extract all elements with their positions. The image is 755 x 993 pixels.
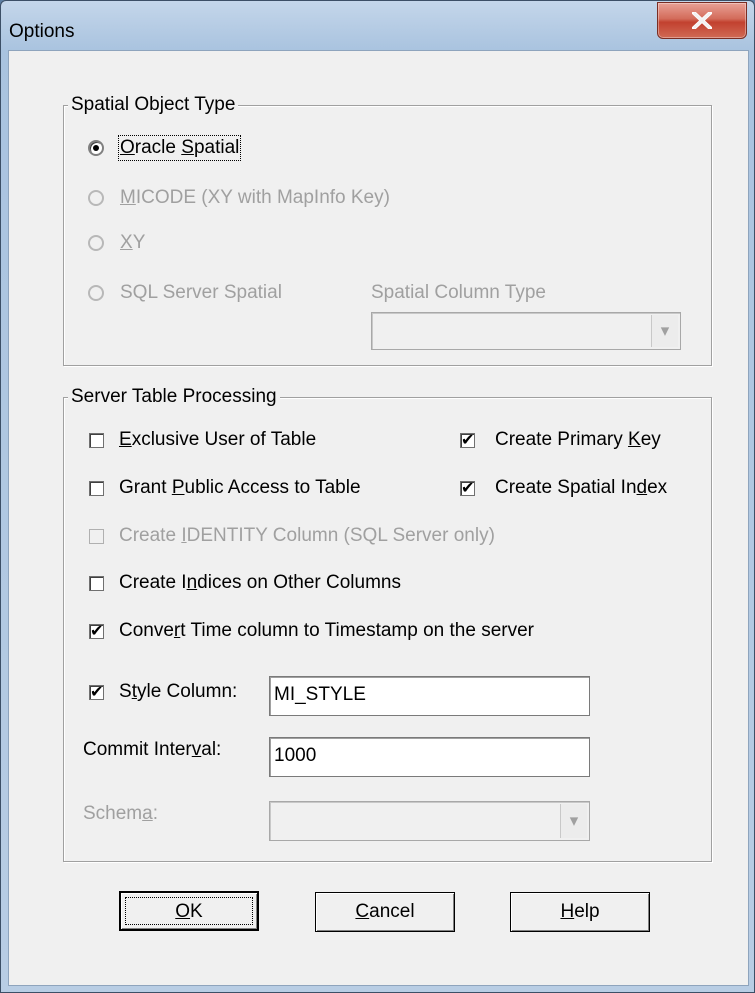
radio-selected-dot xyxy=(93,145,99,151)
commit-text-b: al: xyxy=(201,739,222,760)
help-text: elp xyxy=(574,901,600,922)
create-indices-checkbox[interactable] xyxy=(89,576,104,591)
micode-label: MICODE (XY with MapInfo Key) xyxy=(120,187,390,209)
micode-accesskey: M xyxy=(120,187,136,208)
create-primary-key-label[interactable]: Create Primary Key xyxy=(495,429,661,451)
commit-accesskey: v xyxy=(191,739,202,760)
primary-key-text-a: Create Primary xyxy=(495,429,629,450)
grant-text-a: Grant xyxy=(119,477,172,498)
spatial-object-type-legend: Spatial Object Type xyxy=(68,94,239,116)
create-spatial-index-label[interactable]: Create Spatial Index xyxy=(495,477,667,499)
primary-key-accesskey: K xyxy=(628,429,641,450)
dialog-client-area: Spatial Object Type Oracle Spatial MICOD… xyxy=(8,50,749,986)
style-column-checkbox[interactable]: ✔ xyxy=(89,682,104,701)
radio-sql-server-spatial[interactable] xyxy=(88,285,104,301)
schema-select[interactable]: ▼ xyxy=(269,801,590,841)
help-button[interactable]: Help xyxy=(510,892,650,932)
indices-text-b: dices on Other Columns xyxy=(197,572,401,593)
commit-text-a: Commit Inter xyxy=(83,739,192,760)
oracle-spatial-label[interactable]: Oracle Spatial xyxy=(117,135,242,161)
spatial-index-text-a: Create Spatial In xyxy=(495,477,637,498)
window-title: Options xyxy=(9,21,75,42)
check-mark-icon: ✔ xyxy=(90,621,104,640)
grant-public-access-checkbox[interactable] xyxy=(89,481,104,496)
cancel-button[interactable]: Cancel xyxy=(315,892,455,932)
spatial-index-accesskey: d xyxy=(636,477,648,498)
identity-text-a: Create xyxy=(119,525,182,546)
xy-text: Y xyxy=(132,232,146,253)
convert-text-a: Conve xyxy=(119,620,174,641)
exclusive-accesskey: E xyxy=(119,429,132,450)
style-column-label[interactable]: Style Column: xyxy=(119,681,237,703)
micode-text: ICODE (XY with MapInfo Key) xyxy=(135,187,390,208)
help-accesskey: H xyxy=(560,901,575,922)
check-mark-icon: ✔ xyxy=(90,682,104,701)
options-dialog: Options Spatial Object Type Oracle Spati… xyxy=(0,0,755,993)
style-column-text-b: yle Column: xyxy=(136,681,238,702)
focus-rectangle xyxy=(125,897,253,925)
radio-micode[interactable] xyxy=(88,190,104,206)
schema-text-a: Schem xyxy=(83,803,143,824)
create-identity-column-label: Create IDENTITY Column (SQL Server only) xyxy=(119,525,495,547)
exclusive-user-label[interactable]: Exclusive User of Table xyxy=(119,429,316,451)
oracle-spatial-accesskey: O xyxy=(120,137,135,158)
check-mark-icon: ✔ xyxy=(461,430,475,449)
spatial-index-text-b: ex xyxy=(647,477,668,498)
identity-text-b: DENTITY Column (SQL Server only) xyxy=(186,525,495,546)
convert-time-checkbox[interactable]: ✔ xyxy=(89,621,104,640)
cancel-accesskey: C xyxy=(355,901,370,922)
create-identity-column-checkbox[interactable] xyxy=(89,529,104,544)
primary-key-text-b: ey xyxy=(640,429,661,450)
commit-interval-label: Commit Interval: xyxy=(83,739,221,761)
grant-text-b: ublic Access to Table xyxy=(184,477,361,498)
spatial-column-type-label: Spatial Column Type xyxy=(371,282,546,303)
create-indices-label[interactable]: Create Indices on Other Columns xyxy=(119,572,401,594)
schema-text-b: : xyxy=(152,803,158,824)
schema-label: Schema: xyxy=(83,803,158,825)
xy-label: XY xyxy=(120,232,145,254)
chevron-down-icon: ▼ xyxy=(560,804,587,838)
style-column-text-a: S xyxy=(119,681,132,702)
create-spatial-index-checkbox[interactable]: ✔ xyxy=(460,478,475,497)
radio-xy[interactable] xyxy=(88,235,104,251)
exclusive-text: xclusive User of Table xyxy=(131,429,317,450)
convert-time-label[interactable]: Convert Time column to Timestamp on the … xyxy=(119,620,534,642)
convert-text-b: t Time column to Timestamp on the server xyxy=(180,620,534,641)
commit-interval-input[interactable]: 1000 xyxy=(269,737,590,777)
grant-public-access-label[interactable]: Grant Public Access to Table xyxy=(119,477,361,499)
indices-text-a: Create I xyxy=(119,572,187,593)
indices-accesskey: n xyxy=(186,572,198,593)
chevron-down-icon: ▼ xyxy=(651,315,678,347)
oracle-spatial-text-a: racle xyxy=(134,137,182,158)
radio-oracle-spatial[interactable] xyxy=(88,140,104,156)
create-primary-key-checkbox[interactable]: ✔ xyxy=(460,430,475,449)
close-button[interactable] xyxy=(657,2,747,39)
exclusive-user-checkbox[interactable] xyxy=(89,433,104,448)
oracle-spatial-text-b: patial xyxy=(193,137,240,158)
cancel-text: ancel xyxy=(369,901,415,922)
xy-accesskey: X xyxy=(120,232,133,253)
grant-accesskey: P xyxy=(171,477,185,498)
spatial-column-type-select[interactable]: ▼ xyxy=(371,312,681,350)
sql-server-spatial-label: SQL Server Spatial xyxy=(120,282,282,303)
ok-button[interactable]: OK xyxy=(119,891,259,931)
close-icon xyxy=(692,12,712,29)
check-mark-icon: ✔ xyxy=(461,478,475,497)
schema-accesskey: a xyxy=(142,803,153,824)
server-table-processing-legend: Server Table Processing xyxy=(68,386,280,408)
oracle-spatial-accesskey-2: S xyxy=(181,137,194,158)
style-column-input[interactable]: MI_STYLE xyxy=(269,676,590,716)
